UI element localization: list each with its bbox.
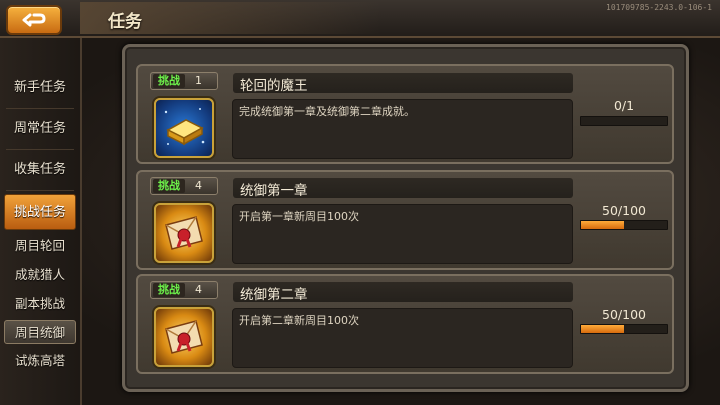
return-arrow-icon (22, 13, 46, 27)
sidebar-subitem-cycle-dominion[interactable]: 周目统御 (4, 320, 76, 344)
quest-name: 轮回的魔王 (240, 78, 308, 94)
quest-description: 完成统御第一章及统御第二章成就。 (239, 105, 415, 118)
progress-fill (581, 221, 624, 229)
quest-tag: 挑战 4 (150, 177, 218, 195)
sidebar-item-newbie-quests[interactable]: 新手任务 (4, 70, 76, 106)
sidebar-item-collection-quests[interactable]: 收集任务 (4, 152, 76, 188)
sidebar-subitem-achievement-hunter[interactable]: 成就猎人 (4, 263, 76, 287)
gold-bar-icon (154, 98, 214, 158)
version-label: 101709785-2243.0-106-1 (606, 3, 712, 12)
sidebar-subitem-trial-tower[interactable]: 试炼高塔 (4, 349, 76, 373)
quest-tag: 挑战 4 (150, 281, 218, 299)
progress-bar (580, 324, 668, 334)
divider (6, 108, 74, 109)
divider (6, 149, 74, 150)
tag-number: 4 (195, 283, 202, 296)
tag-number: 4 (195, 179, 202, 192)
tag-label: 挑战 (153, 179, 185, 193)
sidebar-subitem-dungeon-challenge[interactable]: 副本挑战 (4, 292, 76, 316)
tag-label: 挑战 (153, 283, 185, 297)
back-button[interactable] (6, 5, 62, 35)
page-title: 任务 (108, 12, 142, 32)
progress-text: 0/1 (613, 98, 635, 113)
quest-name: 统御第一章 (240, 183, 308, 199)
sidebar-item-weekly-quests[interactable]: 周常任务 (4, 111, 76, 147)
quest-tag: 挑战 1 (150, 72, 218, 90)
progress-text: 50/100 (602, 307, 646, 322)
progress-text: 50/100 (602, 203, 646, 218)
progress-bar (580, 220, 668, 230)
scroll-letter-icon (154, 203, 214, 263)
progress-fill (581, 325, 624, 333)
tag-label: 挑战 (153, 74, 185, 88)
top-bar: 任务 101709785-2243.0-106-1 (0, 0, 720, 38)
divider (6, 190, 74, 191)
quest-description: 开启第二章新周目100次 (239, 314, 359, 327)
scroll-letter-icon (154, 307, 214, 367)
sidebar-item-challenge-quests[interactable]: 挑战任务 (4, 194, 76, 230)
tag-number: 1 (195, 74, 202, 87)
quest-name: 统御第二章 (240, 287, 308, 303)
quest-description: 开启第一章新周目100次 (239, 210, 359, 223)
sidebar-subitem-cycle[interactable]: 周目轮回 (4, 234, 76, 258)
progress-bar (580, 116, 668, 126)
